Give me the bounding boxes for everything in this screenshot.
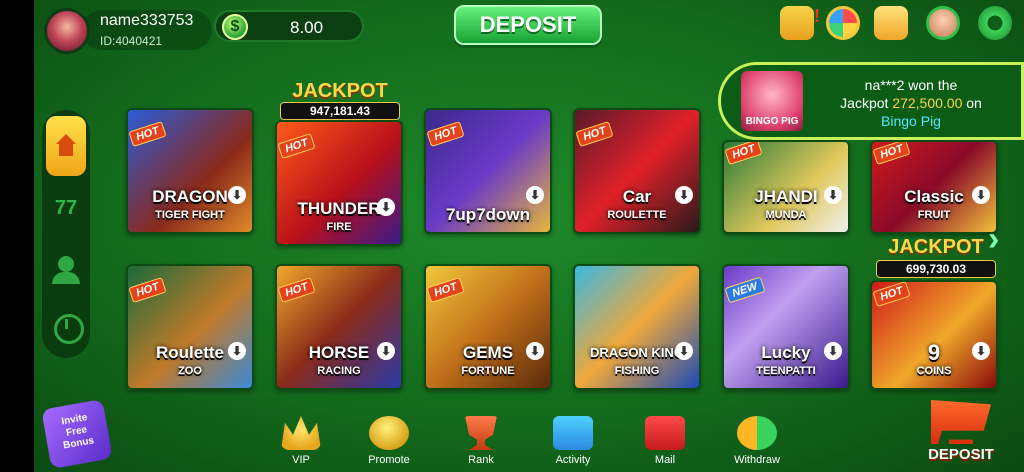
hot-badge: HOT [426, 120, 465, 148]
nav-label: Promote [368, 454, 410, 466]
nav-label: Activity [555, 454, 591, 466]
download-icon[interactable]: ⬇ [228, 186, 246, 204]
bottom-nav-bar: Invite Free Bonus VIP Promote Rank Activ… [34, 399, 1024, 472]
hot-badge: HOT [277, 132, 316, 160]
game-tile-jhandi-munda[interactable]: HOT JHANDI MUNDA ⬇ [722, 140, 850, 234]
people-icon[interactable] [46, 248, 86, 288]
notification-jackpot: Jackpot 272,500.00 on [840, 95, 982, 111]
download-icon[interactable]: ⬇ [675, 186, 693, 204]
jackpot-value: 947,181.43 [280, 102, 400, 120]
game-tile-lucky-teenpatti[interactable]: NEW Lucky TEENPATTI ⬇ [722, 264, 850, 390]
hot-badge: HOT [575, 120, 614, 148]
avatar[interactable] [44, 8, 90, 54]
game-tile-thunder-fire[interactable]: HOT THUNDER FIRE ⬇ [275, 120, 403, 246]
hot-badge: HOT [872, 282, 911, 308]
jackpot-win-notification[interactable]: BINGO PIG na***2 won the Jackpot 272,500… [718, 62, 1024, 140]
nav-label: Withdraw [734, 454, 780, 466]
support-icon[interactable] [926, 6, 960, 40]
user-id: ID:4040421 [100, 34, 163, 48]
game-tile-horse-racing[interactable]: HOT HORSE RACING ⬇ [275, 264, 403, 390]
withdraw-icon [737, 416, 777, 450]
hot-badge: HOT [277, 276, 316, 304]
slots-icon[interactable]: 77 [46, 188, 86, 228]
deposit-cart-button[interactable]: DEPOSIT [918, 400, 1004, 472]
nav-rank[interactable]: Rank [446, 416, 516, 466]
game-tile-gems-fortune[interactable]: HOT GEMS FORTUNE ⬇ [424, 264, 552, 390]
game-title: 7up7down [445, 205, 531, 224]
game-tile-classic-fruit[interactable]: HOT Classic FRUIT ⬇ [870, 140, 998, 234]
mail-icon [645, 416, 685, 450]
bingo-pig-thumbnail: BINGO PIG [741, 71, 803, 131]
activity-icon [553, 416, 593, 450]
jackpot-label: JACKPOT [888, 236, 984, 258]
dollar-icon: $ [222, 14, 248, 40]
home-icon[interactable] [46, 116, 86, 176]
download-icon[interactable]: ⬇ [972, 342, 990, 360]
hot-badge: HOT [426, 276, 465, 304]
vip-icon [281, 416, 321, 450]
history-icon[interactable] [46, 306, 86, 346]
nav-promote[interactable]: Promote [354, 416, 424, 466]
nav-label: VIP [292, 454, 310, 466]
shopping-cart-icon [931, 400, 991, 444]
download-icon[interactable]: ⬇ [228, 342, 246, 360]
game-tile-dragon-tiger[interactable]: HOT DRAGON TIGER FIGHT ⬇ [126, 108, 254, 234]
download-icon[interactable]: ⬇ [824, 342, 842, 360]
balance-amount: 8.00 [290, 18, 324, 37]
game-tile-dragon-king-fishing[interactable]: DRAGON KING FISHING ⬇ [573, 264, 701, 390]
settings-icon[interactable] [978, 6, 1012, 40]
nav-vip[interactable]: VIP [266, 416, 336, 466]
notification-game-link[interactable]: Bingo Pig [811, 113, 1011, 129]
nav-withdraw[interactable]: Withdraw [722, 416, 792, 466]
jackpot-value: 699,730.03 [876, 260, 996, 278]
username: name333753 [100, 12, 194, 29]
download-icon[interactable]: ⬇ [972, 186, 990, 204]
new-badge: NEW [724, 276, 766, 304]
lucky-wheel-icon[interactable] [826, 6, 860, 40]
task-icon[interactable] [874, 6, 908, 40]
hot-badge: HOT [128, 120, 167, 148]
next-page-arrow[interactable]: › [988, 222, 1008, 256]
deposit-button[interactable]: DEPOSIT [454, 5, 602, 45]
hot-badge: HOT [128, 276, 167, 304]
top-header: name333753 ID:4040421 $ 8.00 DEPOSIT [34, 0, 1024, 54]
hot-badge: HOT [724, 142, 763, 166]
gift-icon[interactable] [780, 6, 820, 40]
nav-label: Mail [654, 454, 676, 466]
download-icon[interactable]: ⬇ [675, 342, 693, 360]
hot-badge: HOT [872, 142, 911, 166]
invite-bonus-button[interactable]: Invite Free Bonus [41, 399, 113, 469]
game-tile-9-coins[interactable]: HOT 9 COINS ⬇ [870, 280, 998, 390]
notification-winner: na***2 won the [864, 77, 958, 93]
game-tile-7up7down[interactable]: HOT 7up7down ⬇ [424, 108, 552, 234]
nav-activity[interactable]: Activity [538, 416, 608, 466]
game-tile-car-roulette[interactable]: HOT Car ROULETTE ⬇ [573, 108, 701, 234]
nav-mail[interactable]: Mail [630, 416, 700, 466]
download-icon[interactable]: ⬇ [526, 342, 544, 360]
balance-display[interactable]: $ 8.00 [214, 10, 364, 42]
download-icon[interactable]: ⬇ [824, 186, 842, 204]
download-icon[interactable]: ⬇ [377, 342, 395, 360]
deposit-label: DEPOSIT [928, 446, 994, 463]
jackpot-label: JACKPOT [292, 80, 388, 102]
rank-icon [465, 416, 497, 450]
download-icon[interactable]: ⬇ [377, 198, 395, 216]
category-sidebar: 77 [42, 110, 90, 358]
nav-label: Rank [468, 454, 494, 466]
game-tile-roulette-zoo[interactable]: HOT Roulette ZOO ⬇ [126, 264, 254, 390]
download-icon[interactable]: ⬇ [526, 186, 544, 204]
promote-icon [369, 416, 409, 450]
screen-edge [0, 0, 34, 472]
